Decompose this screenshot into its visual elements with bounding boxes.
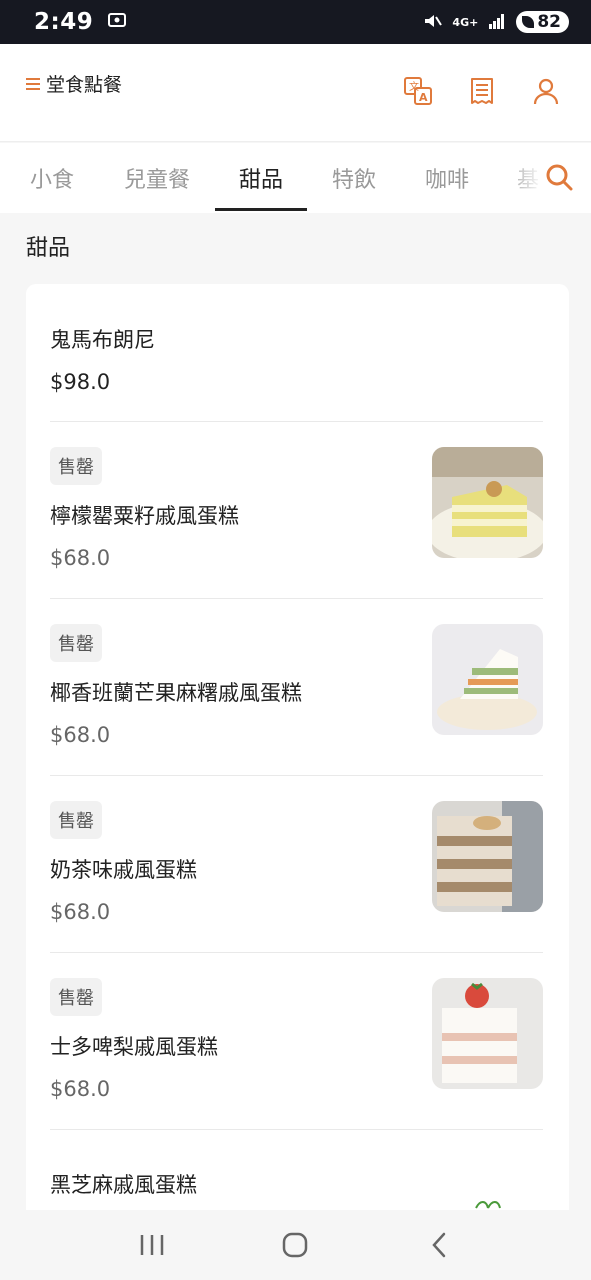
menu-item[interactable]: 售罄 椰香班蘭芒果麻糬戚風蛋糕 $68.0	[50, 600, 543, 776]
recent-apps-icon	[140, 1235, 164, 1255]
item-price: $98.0	[50, 370, 111, 394]
menu-item[interactable]: 售罄 奶茶味戚風蛋糕 $68.0	[50, 777, 543, 953]
hamburger-icon	[26, 77, 40, 90]
tab-kids-meal[interactable]: 兒童餐	[122, 143, 192, 213]
tab-coffee[interactable]: 咖啡	[423, 143, 471, 213]
search-icon	[546, 164, 573, 191]
item-name: 椰香班蘭芒果麻糬戚風蛋糕	[50, 681, 302, 705]
item-name: 士多啤梨戚風蛋糕	[50, 1035, 218, 1059]
svg-text:文: 文	[409, 80, 419, 93]
back-icon	[432, 1232, 446, 1258]
status-time: 2:49	[34, 9, 94, 35]
item-name: 鬼馬布朗尼	[50, 328, 155, 352]
battery-indicator: 82	[516, 11, 569, 33]
search-button[interactable]	[541, 159, 577, 195]
recent-apps-button[interactable]	[132, 1225, 172, 1265]
category-tabs: 小食 兒童餐 甜品 特飲 咖啡 基	[0, 143, 591, 213]
signal-icon	[488, 13, 506, 32]
translate-icon[interactable]: 文A	[403, 76, 433, 106]
item-price: $68.0	[50, 723, 111, 747]
menu-item[interactable]: 售罄 檸檬罌粟籽戚風蛋糕 $68.0	[50, 423, 543, 599]
menu-label: 堂食點餐	[46, 74, 123, 96]
system-nav-bar	[0, 1210, 591, 1280]
item-image	[432, 801, 543, 912]
tab-snacks[interactable]: 小食	[28, 143, 76, 213]
menu-list: 鬼馬布朗尼 $98.0 售罄 檸檬罌粟籽戚風蛋糕 $68.0 售罄 椰香班蘭芒果…	[26, 284, 569, 1224]
item-image	[432, 624, 543, 735]
item-price: $68.0	[50, 1077, 111, 1101]
svg-text:A: A	[419, 91, 428, 104]
menu-item[interactable]: 鬼馬布朗尼 $98.0	[50, 284, 543, 422]
app-header: 堂食點餐 文A	[0, 44, 591, 142]
menu-button[interactable]: 堂食點餐	[26, 70, 122, 97]
item-name: 黑芝麻戚風蛋糕	[50, 1173, 197, 1197]
sold-out-badge: 售罄	[50, 447, 102, 485]
network-label: 4G+	[452, 15, 479, 29]
item-name: 檸檬罌粟籽戚風蛋糕	[50, 504, 239, 528]
item-name: 奶茶味戚風蛋糕	[50, 858, 197, 882]
user-icon[interactable]	[531, 76, 561, 106]
back-button[interactable]	[419, 1225, 459, 1265]
home-icon	[283, 1232, 308, 1258]
mute-icon	[422, 11, 443, 34]
item-image	[432, 447, 543, 558]
status-bar: 2:49 4G+ 82	[0, 0, 591, 44]
receipt-icon[interactable]	[467, 76, 497, 106]
item-price: $68.0	[50, 546, 111, 570]
section-title: 甜品	[26, 236, 71, 261]
sold-out-badge: 售罄	[50, 624, 102, 662]
item-image	[432, 978, 543, 1089]
battery-level: 82	[537, 12, 561, 32]
battery-saver-icon	[522, 16, 535, 28]
screenshot-icon	[107, 10, 127, 34]
tab-special-drinks[interactable]: 特飲	[330, 143, 378, 213]
home-button[interactable]	[275, 1225, 315, 1265]
item-price: $68.0	[50, 900, 111, 924]
sold-out-badge: 售罄	[50, 801, 102, 839]
tab-desserts[interactable]: 甜品	[215, 143, 307, 213]
menu-item[interactable]: 售罄 士多啤梨戚風蛋糕 $68.0	[50, 954, 543, 1130]
sold-out-badge: 售罄	[50, 978, 102, 1016]
